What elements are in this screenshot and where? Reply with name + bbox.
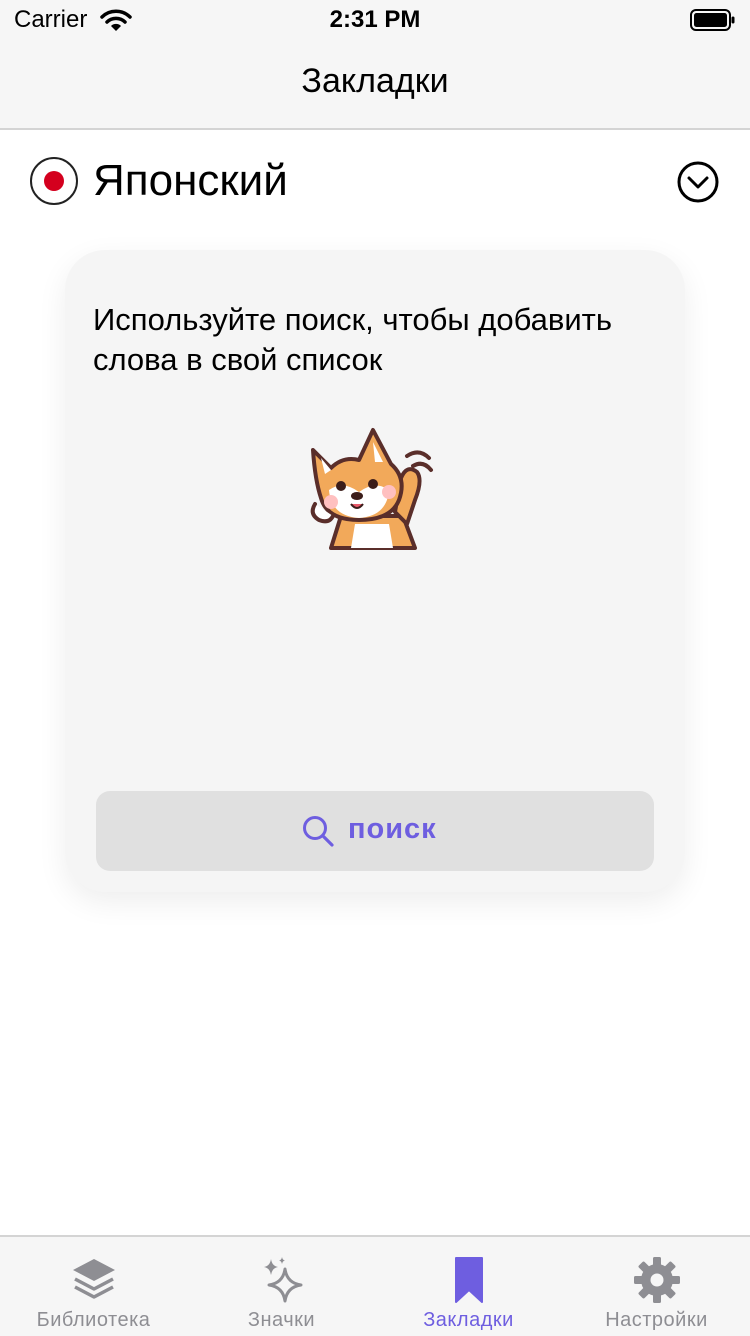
tab-badges-label: Значки: [247, 1309, 316, 1331]
navigation-bar: Закладки: [0, 40, 750, 130]
japan-flag-icon: [30, 157, 78, 205]
layers-icon: [69, 1255, 119, 1305]
gear-icon: [632, 1255, 682, 1305]
shiba-dog-waving-icon: [303, 420, 443, 552]
chevron-down-circle-icon[interactable]: [676, 160, 720, 204]
search-button-label: поиск: [348, 813, 437, 845]
language-selector[interactable]: Японский: [0, 130, 750, 240]
search-button[interactable]: поиск: [96, 791, 654, 871]
empty-state-card: Используйте поиск, чтобы добавить слова …: [65, 250, 685, 892]
tab-library-label: Библиотека: [36, 1309, 151, 1331]
empty-state-message: Используйте поиск, чтобы добавить слова …: [93, 302, 613, 377]
language-name: Японский: [93, 156, 288, 205]
magnifier-icon: [301, 814, 335, 853]
sparkles-icon: [257, 1255, 307, 1305]
page-title: Закладки: [301, 62, 449, 100]
tab-settings-label: Настройки: [605, 1309, 708, 1331]
battery-icon: [690, 8, 736, 37]
clock-time: 2:31 PM: [329, 6, 421, 33]
bookmark-icon: [444, 1255, 494, 1305]
tab-badges[interactable]: Значки: [188, 1237, 375, 1336]
tab-bookmarks[interactable]: Закладки: [375, 1237, 562, 1336]
tab-bar: Библиотека Значки Закладки Настройки: [0, 1235, 750, 1336]
tab-bookmarks-label: Закладки: [423, 1309, 514, 1331]
status-bar: Carrier 2:31 PM: [0, 0, 750, 40]
tab-library[interactable]: Библиотека: [0, 1237, 187, 1336]
tab-settings[interactable]: Настройки: [563, 1237, 750, 1336]
